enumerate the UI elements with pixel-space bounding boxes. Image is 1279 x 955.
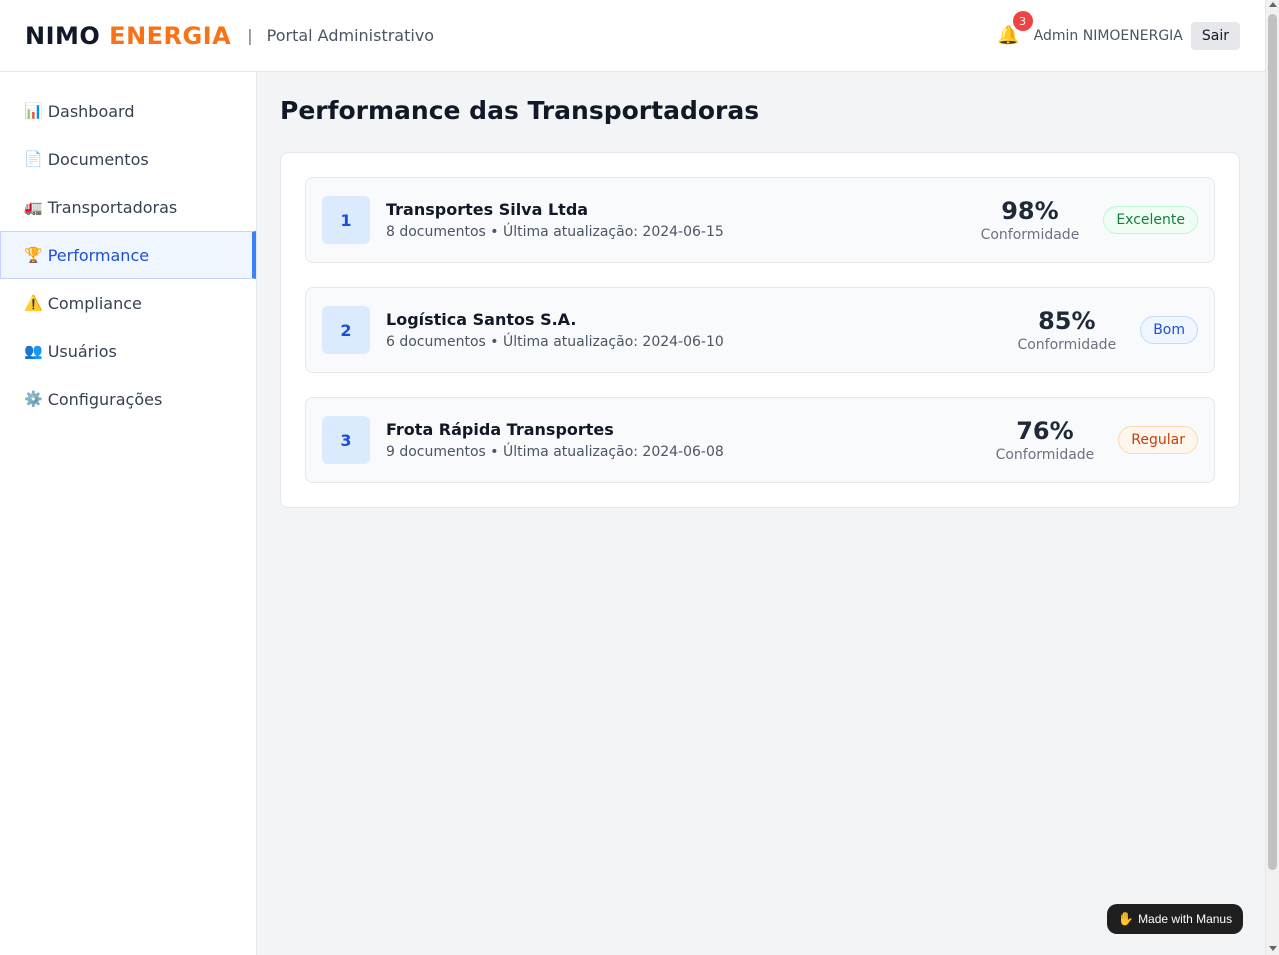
made-with-manus-badge[interactable]: ✋ Made with Manus — [1107, 904, 1243, 934]
document-icon: 📄 — [24, 150, 43, 168]
carrier-info: Frota Rápida Transportes 9 documentos • … — [386, 420, 724, 460]
performance-card: 1 Transportes Silva Ltda 8 documentos • … — [280, 152, 1240, 508]
logout-button[interactable]: Sair — [1190, 21, 1240, 50]
header-separator: | — [247, 26, 253, 45]
carrier-row[interactable]: 3 Frota Rápida Transportes 9 documentos … — [305, 397, 1215, 483]
sidebar-item-label: Documentos — [47, 149, 149, 169]
users-icon: 👥 — [24, 342, 43, 360]
sidebar-item-label: Dashboard — [47, 101, 135, 121]
sidebar-item-transportadoras[interactable]: 🚛 Transportadoras — [0, 183, 256, 231]
compliance-score: 98% Conformidade — [981, 197, 1080, 243]
carrier-row[interactable]: 2 Logística Santos S.A. 6 documentos • Ú… — [305, 287, 1215, 373]
notification-count-badge: 3 — [1012, 11, 1033, 31]
truck-icon: 🚛 — [24, 198, 43, 216]
page-scrollbar[interactable] — [1265, 0, 1279, 955]
carrier-row[interactable]: 1 Transportes Silva Ltda 8 documentos • … — [305, 177, 1215, 263]
compliance-label: Conformidade — [995, 447, 1095, 463]
sidebar-item-configuracoes[interactable]: ⚙️ Configurações — [0, 375, 256, 423]
scrollbar-thumb[interactable] — [1268, 14, 1277, 870]
top-header: NIMO ENERGIA | Portal Administrativo 🔔 3… — [0, 0, 1265, 72]
compliance-score: 76% Conformidade — [996, 417, 1095, 463]
rank-badge: 1 — [322, 196, 370, 244]
sidebar: 📊 Dashboard 📄 Documentos 🚛 Transportador… — [0, 72, 257, 955]
sidebar-item-label: Performance — [47, 245, 150, 265]
gear-icon: ⚙️ — [24, 390, 43, 408]
sidebar-item-documentos[interactable]: 📄 Documentos — [0, 135, 256, 183]
sidebar-item-label: Configurações — [47, 389, 163, 409]
scroll-up-arrow-icon[interactable] — [1269, 2, 1277, 7]
compliance-label: Conformidade — [1017, 337, 1117, 353]
status-badge: Regular — [1118, 426, 1198, 454]
carrier-info: Transportes Silva Ltda 8 documentos • Úl… — [386, 200, 724, 240]
scroll-down-arrow-icon[interactable] — [1269, 946, 1277, 951]
header-actions: 🔔 3 Admin NIMOENERGIA Sair — [997, 11, 1240, 50]
carrier-meta: 9 documentos • Última atualização: 2024-… — [386, 444, 724, 460]
trophy-icon: 🏆 — [24, 246, 43, 264]
sidebar-item-label: Usuários — [47, 341, 117, 361]
notifications-button[interactable]: 🔔 3 — [997, 11, 1033, 46]
sidebar-item-compliance[interactable]: ⚠️ Compliance — [0, 279, 256, 327]
logo[interactable]: NIMO ENERGIA — [25, 22, 231, 50]
compliance-score: 85% Conformidade — [1017, 307, 1116, 353]
compliance-percent: 85% — [1038, 307, 1096, 335]
sidebar-item-label: Transportadoras — [47, 197, 178, 217]
chart-icon: 📊 — [24, 102, 43, 120]
logo-text-nimo: NIMO — [25, 21, 101, 50]
sidebar-item-usuarios[interactable]: 👥 Usuários — [0, 327, 256, 375]
warning-icon: ⚠️ — [24, 294, 43, 312]
sidebar-item-dashboard[interactable]: 📊 Dashboard — [0, 87, 256, 135]
sidebar-item-performance[interactable]: 🏆 Performance — [0, 231, 256, 279]
user-name: Admin NIMOENERGIA — [1033, 27, 1183, 44]
carrier-meta: 8 documentos • Última atualização: 2024-… — [386, 224, 724, 240]
sidebar-item-label: Compliance — [47, 293, 142, 313]
carrier-name: Transportes Silva Ltda — [386, 200, 589, 219]
status-badge: Bom — [1140, 316, 1198, 344]
hand-icon: ✋ — [1117, 911, 1135, 926]
compliance-percent: 76% — [1016, 417, 1074, 445]
page-title: Performance das Transportadoras — [280, 96, 760, 125]
made-with-manus-label: Made with Manus — [1138, 912, 1233, 926]
rank-badge: 3 — [322, 416, 370, 464]
carrier-name: Logística Santos S.A. — [386, 310, 577, 329]
carrier-meta: 6 documentos • Última atualização: 2024-… — [386, 334, 724, 350]
portal-title: Portal Administrativo — [266, 26, 435, 45]
status-badge: Excelente — [1103, 206, 1198, 234]
logo-text-energia: ENERGIA — [109, 21, 232, 50]
compliance-percent: 98% — [1001, 197, 1059, 225]
carrier-name: Frota Rápida Transportes — [386, 420, 614, 439]
rank-badge: 2 — [322, 306, 370, 354]
carrier-info: Logística Santos S.A. 6 documentos • Últ… — [386, 310, 724, 350]
main-content: Performance das Transportadoras 1 Transp… — [280, 72, 1240, 508]
compliance-label: Conformidade — [980, 227, 1080, 243]
